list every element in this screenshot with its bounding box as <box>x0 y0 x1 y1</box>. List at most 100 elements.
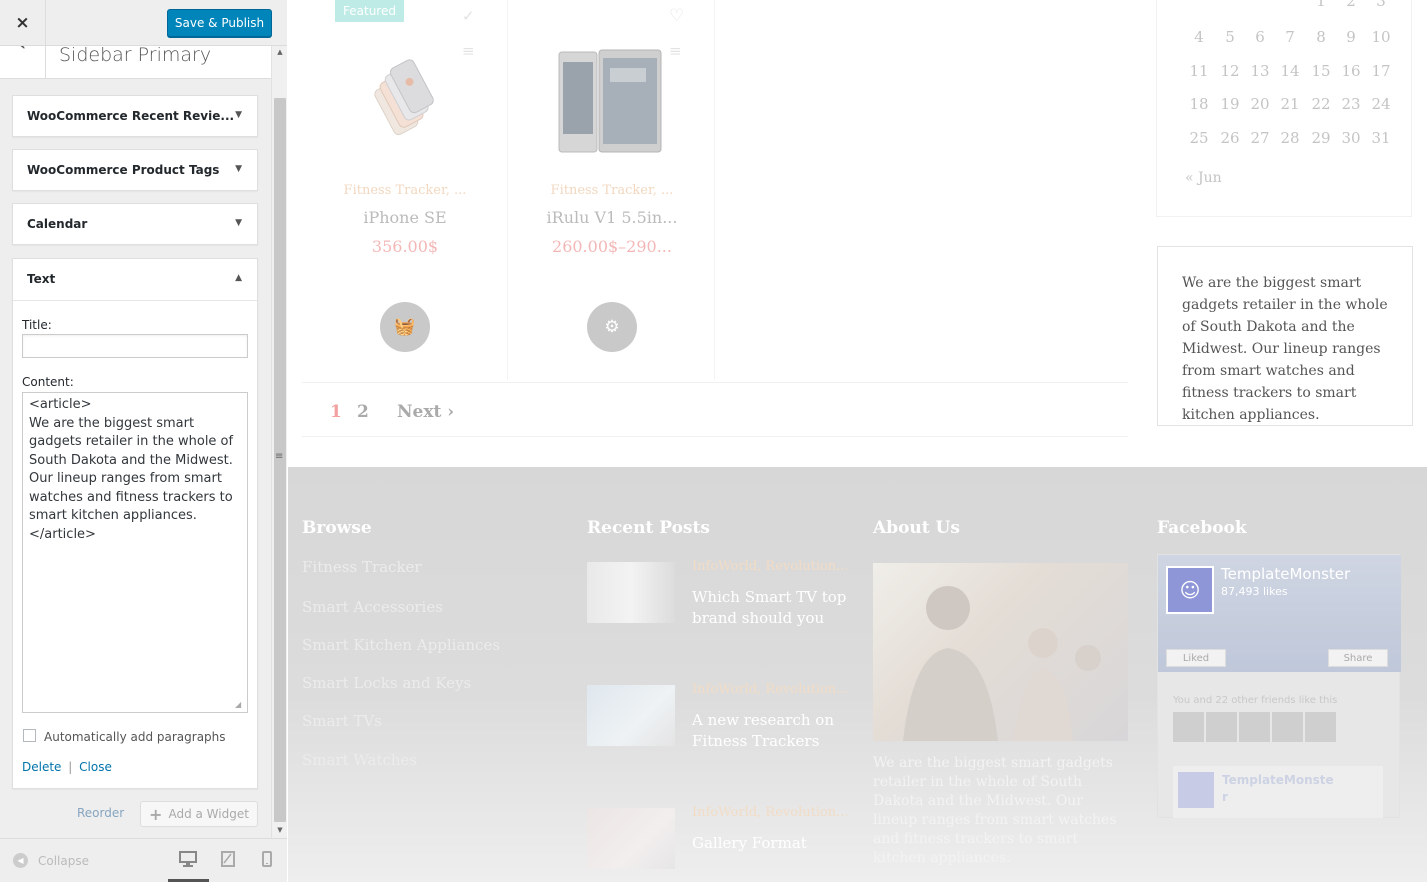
gear-icon: ⚙ <box>604 317 620 337</box>
footer-link[interactable]: Smart Accessories <box>302 598 443 616</box>
post-category[interactable]: InfoWorld, Revolution... <box>692 682 849 697</box>
collapse-icon[interactable]: ◀ <box>13 853 28 868</box>
expand-arrow-icon[interactable]: ▼ <box>235 110 242 120</box>
facebook-page-name[interactable]: TemplateMonster <box>1221 565 1350 583</box>
add-to-cart-button[interactable]: 🧺 <box>380 302 430 352</box>
post-title[interactable]: Which Smart TV top brand should you <box>692 587 846 629</box>
widget-title: WooCommerce Recent Revie... <box>27 109 235 123</box>
product-card[interactable]: ♡ ≡ Fitness Tracker, ... iRulu V1 5.5in.… <box>509 0 715 380</box>
calendar-prev-month-link[interactable]: « Jun <box>1185 170 1222 186</box>
product-name[interactable]: iPhone SE <box>302 208 508 227</box>
customizer-footer: ◀ Collapse <box>0 838 287 882</box>
product-card[interactable]: Featured ✓ ≡ Fitness Tracker, ... iPhone… <box>302 0 508 380</box>
desktop-icon[interactable] <box>178 851 198 869</box>
product-price: 356.00$ <box>371 237 439 256</box>
textarea-resize-icon[interactable]: ◢ <box>235 700 255 787</box>
product-image[interactable] <box>360 58 452 148</box>
close-link[interactable]: Close <box>79 760 112 774</box>
save-publish-button[interactable]: Save & Publish <box>167 9 272 37</box>
footer-link[interactable]: Smart Watches <box>302 751 417 769</box>
compare-icon[interactable]: ✓ <box>462 7 475 25</box>
delete-link[interactable]: Delete <box>22 760 61 774</box>
resize-grip-icon[interactable]: ≡ <box>275 451 283 462</box>
friend-avatar[interactable] <box>1239 712 1270 742</box>
widget-woocommerce-product-tags[interactable]: WooCommerce Product Tags ▼ <box>12 149 258 191</box>
facebook-heading: Facebook <box>1157 518 1247 538</box>
post-title[interactable]: A new research on Fitness Trackers <box>692 710 834 752</box>
tablet-icon[interactable] <box>218 851 238 869</box>
add-widget-button[interactable]: + Add a Widget <box>140 801 258 827</box>
friend-avatar[interactable] <box>1173 712 1204 742</box>
select-options-button[interactable]: ⚙ <box>587 302 637 352</box>
widget-title: Calendar <box>27 217 88 231</box>
recent-posts-heading: Recent Posts <box>587 518 710 538</box>
facebook-liked-button[interactable]: Liked <box>1166 649 1226 667</box>
panel-scrollbar[interactable]: ▲ ≡ ▼ <box>271 46 287 838</box>
friend-avatar[interactable] <box>1206 712 1237 742</box>
footer-link[interactable]: Smart Kitchen Appliances <box>302 636 500 654</box>
scroll-down-icon[interactable]: ▼ <box>276 826 284 834</box>
friend-avatar[interactable] <box>1305 712 1336 742</box>
post-category[interactable]: InfoWorld, Revolution... <box>692 559 849 574</box>
expand-arrow-icon[interactable]: ▼ <box>235 164 242 174</box>
next-page-link[interactable]: Next › <box>397 402 454 422</box>
facebook-post-avatar <box>1178 772 1214 808</box>
footer-link[interactable]: Smart Locks and Keys <box>302 674 471 692</box>
product-category[interactable]: Fitness Tracker, ... <box>302 183 508 198</box>
about-image <box>873 563 1128 741</box>
facebook-widget[interactable]: ☺ TemplateMonster 87,493 likes Liked Sha… <box>1157 554 1401 818</box>
page-2-link[interactable]: 2 <box>357 402 369 422</box>
widget-text-header[interactable]: Text ▲ <box>13 259 257 301</box>
calendar-day: 22 <box>1311 95 1331 113</box>
widget-title: Text <box>27 272 56 286</box>
basket-icon: 🧺 <box>394 317 416 337</box>
facebook-share-label: Share <box>1343 652 1373 664</box>
collapse-arrow-icon[interactable]: ▲ <box>235 273 242 283</box>
calendar-day: 2 <box>1346 0 1356 10</box>
footer-link[interactable]: Smart TVs <box>302 712 382 730</box>
pagination: 1 2 Next › <box>302 382 1128 437</box>
reorder-link[interactable]: Reorder <box>77 806 124 820</box>
calendar-day: 30 <box>1341 129 1361 147</box>
text-widget-preview: We are the biggest smart gadgets retaile… <box>1157 246 1413 426</box>
expand-arrow-icon[interactable]: ▼ <box>235 218 242 228</box>
post-thumbnail[interactable] <box>587 685 675 746</box>
product-name[interactable]: iRulu V1 5.5in... <box>509 208 715 227</box>
product-category[interactable]: Fitness Tracker, ... <box>509 183 715 198</box>
facebook-post-author[interactable]: TemplateMonste r <box>1222 772 1334 806</box>
post-title[interactable]: Gallery Format <box>692 833 807 854</box>
widget-calendar[interactable]: Calendar ▼ <box>12 203 258 245</box>
post-thumbnail[interactable] <box>587 808 675 869</box>
content-textarea[interactable]: <article> We are the biggest smart gadge… <box>22 392 248 713</box>
featured-badge: Featured <box>335 0 404 22</box>
mobile-icon[interactable] <box>257 851 277 869</box>
templatemonster-logo-icon: ☺ <box>1166 566 1214 614</box>
scroll-up-icon[interactable]: ▲ <box>276 48 284 56</box>
close-customizer-button[interactable]: × <box>0 0 46 46</box>
friend-avatar[interactable] <box>1272 712 1303 742</box>
post-category[interactable]: InfoWorld, Revolution... <box>692 805 849 820</box>
wishlist-heart-icon[interactable]: ♡ <box>669 6 684 26</box>
calendar-widget: 1 2 3 4 5 6 7 8 9 10 11 12 13 14 15 16 1… <box>1156 0 1412 217</box>
section-title: Sidebar Primary <box>59 44 212 66</box>
collapse-label[interactable]: Collapse <box>38 854 89 868</box>
quick-view-icon[interactable]: ≡ <box>669 42 682 60</box>
auto-paragraphs-checkbox[interactable] <box>23 729 36 742</box>
calendar-day: 14 <box>1280 62 1300 80</box>
footer-link[interactable]: Fitness Tracker <box>302 558 422 576</box>
content-label: Content: <box>22 375 74 389</box>
title-input[interactable] <box>22 334 248 358</box>
calendar-day: 4 <box>1194 28 1204 46</box>
quick-view-icon[interactable]: ≡ <box>462 42 475 60</box>
widget-woocommerce-recent-reviews[interactable]: WooCommerce Recent Revie... ▼ <box>12 95 258 137</box>
close-icon: × <box>15 13 30 33</box>
calendar-day: 9 <box>1346 28 1356 46</box>
facebook-share-button[interactable]: Share <box>1328 649 1388 667</box>
calendar-day: 7 <box>1285 28 1295 46</box>
facebook-post[interactable]: TemplateMonste r <box>1173 766 1383 818</box>
post-thumbnail[interactable] <box>587 562 675 623</box>
customizer-panel: ‹ Sidebar Primary × Save & Publish ▲ ≡ ▼… <box>0 0 287 882</box>
facebook-friends-text: You and 22 other friends like this <box>1173 695 1338 706</box>
product-image[interactable] <box>555 48 667 154</box>
calendar-day: 27 <box>1250 129 1270 147</box>
